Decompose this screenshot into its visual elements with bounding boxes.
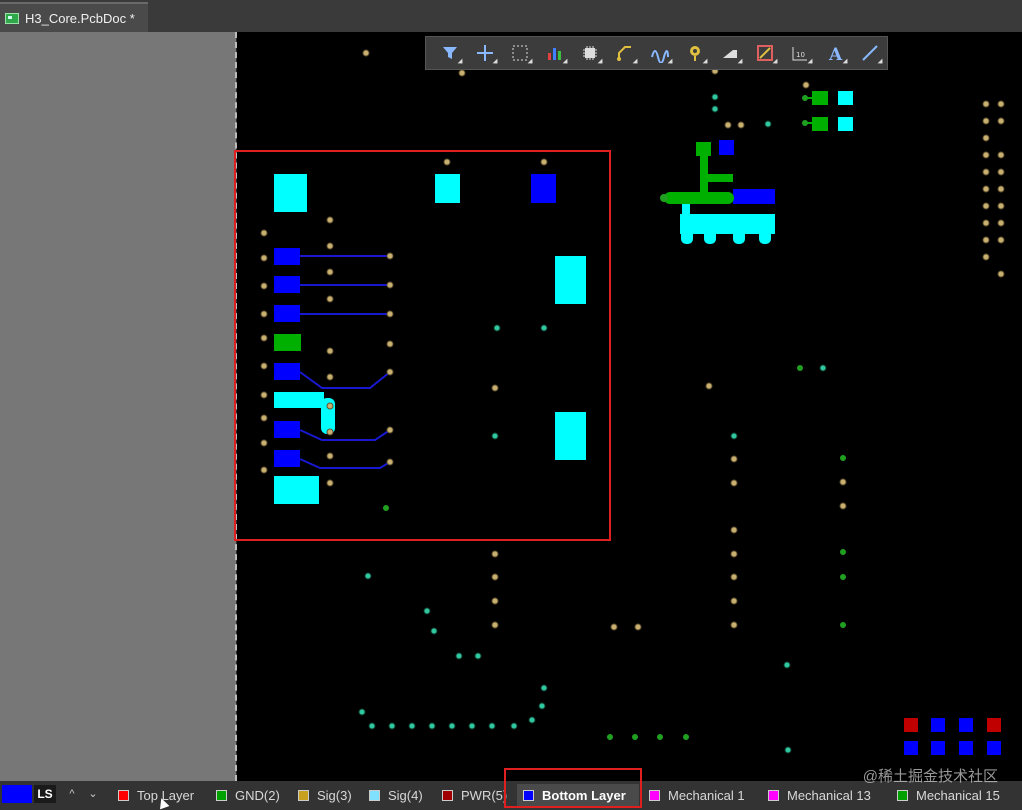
layer-set-label[interactable]: LS: [34, 785, 56, 803]
layer-tab-label: PWR(5): [461, 788, 508, 803]
line-icon[interactable]: [852, 38, 887, 68]
chart-icon[interactable]: [537, 38, 572, 68]
layer-color-swatch: [369, 790, 380, 801]
via-icon[interactable]: [677, 38, 712, 68]
layer-down-button[interactable]: ⌄: [86, 786, 100, 802]
layer-tab-sig4[interactable]: Sig(4): [363, 784, 431, 807]
layer-color-swatch: [897, 790, 908, 801]
layer-tab-sig3[interactable]: Sig(3): [292, 784, 360, 807]
layer-tab-label: GND(2): [235, 788, 280, 803]
layer-color-swatch: [298, 790, 309, 801]
select-rect-icon[interactable]: [502, 38, 537, 68]
document-tab-bar: H3_Core.PcbDoc *: [0, 0, 1022, 32]
layer-tab-label: Sig(4): [388, 788, 423, 803]
watermark-text: @稀土掘金技术社区: [862, 768, 998, 785]
layer-color-swatch: [216, 790, 227, 801]
svg-text:A: A: [828, 45, 843, 63]
layer-tab-mech13[interactable]: Mechanical 13: [762, 784, 888, 807]
fill-icon[interactable]: [712, 38, 747, 68]
document-tab[interactable]: H3_Core.PcbDoc *: [0, 2, 148, 32]
route-icon[interactable]: [607, 38, 642, 68]
filter-icon[interactable]: [432, 38, 467, 68]
layer-tab-mech1[interactable]: Mechanical 1: [643, 784, 759, 807]
pcb-floating-toolbar: 10 A: [425, 36, 888, 70]
current-layer-swatch[interactable]: [2, 785, 32, 803]
layer-tab-pwr[interactable]: PWR(5): [436, 784, 508, 807]
layer-tab-label: Mechanical 13: [787, 788, 871, 803]
layer-color-swatch: [118, 790, 129, 801]
pcb-document-icon: [5, 12, 19, 24]
layer-tab-label: Mechanical 15: [916, 788, 1000, 803]
layer-tab-mech15[interactable]: Mechanical 15: [891, 784, 1022, 807]
layer-color-swatch: [442, 790, 453, 801]
interactive-route-icon[interactable]: [642, 38, 677, 68]
layer-color-swatch: [768, 790, 779, 801]
bottom-layer-highlight-box: [504, 768, 642, 808]
layer-up-button[interactable]: ^: [65, 786, 79, 802]
layer-tab-label: Mechanical 1: [668, 788, 745, 803]
selection-highlight-box: [234, 150, 611, 541]
document-tab-title: H3_Core.PcbDoc *: [25, 10, 135, 26]
text-icon[interactable]: A: [817, 38, 852, 68]
svg-text:10: 10: [796, 51, 805, 59]
polygon-icon[interactable]: [747, 38, 782, 68]
board-outside-area: [0, 32, 236, 781]
component-icon[interactable]: [572, 38, 607, 68]
layer-tab-gnd[interactable]: GND(2): [210, 784, 290, 807]
dimension-icon[interactable]: 10: [782, 38, 817, 68]
layer-tab-label: Sig(3): [317, 788, 352, 803]
layer-color-swatch: [649, 790, 660, 801]
crosshair-icon[interactable]: [467, 38, 502, 68]
